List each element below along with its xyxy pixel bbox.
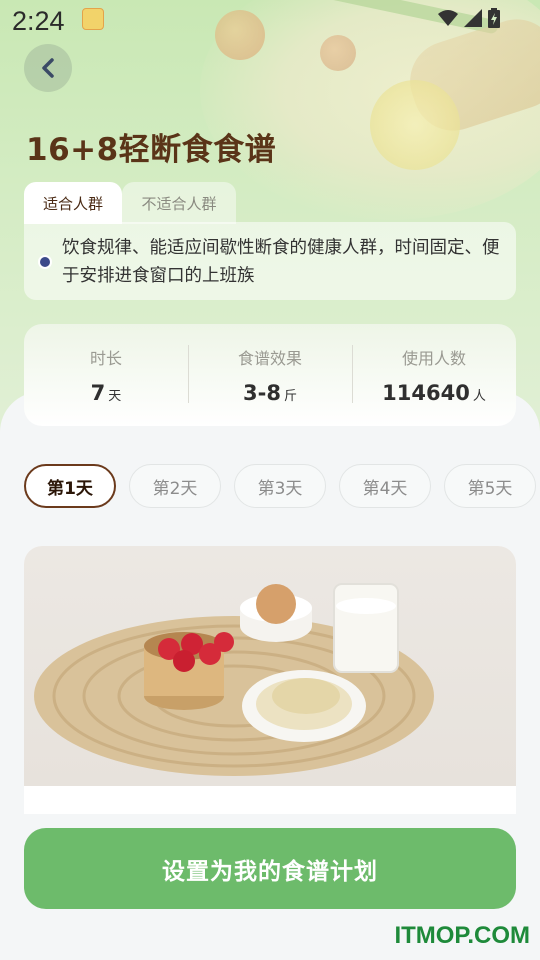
stat-label: 使用人数 bbox=[401, 349, 466, 368]
stat-number: 7 bbox=[90, 381, 106, 405]
breakfast-photo bbox=[34, 583, 434, 776]
stat-number: 114640 bbox=[382, 381, 470, 405]
stat-label: 食谱效果 bbox=[237, 349, 302, 368]
audience-description-text: 饮食规律、能适应间歇性断食的健康人群，时间固定、便于安排进食窗口的上班族 bbox=[62, 238, 500, 286]
meal-card[interactable] bbox=[24, 546, 516, 814]
stat-unit: 天 bbox=[108, 389, 122, 404]
stat-value: 114640 人 bbox=[352, 381, 516, 405]
stat-label: 时长 bbox=[89, 349, 122, 368]
stat-effect: 食谱效果 3-8 斤 bbox=[188, 345, 352, 405]
stat-duration: 时长 7天 bbox=[24, 345, 188, 405]
signal-icon bbox=[464, 9, 482, 27]
wifi-icon bbox=[438, 10, 458, 26]
stat-users: 使用人数 114640 人 bbox=[352, 345, 516, 405]
status-time: 2:24 bbox=[12, 6, 65, 36]
app-notification-icon bbox=[82, 8, 104, 30]
status-icons bbox=[438, 8, 500, 28]
back-button[interactable] bbox=[24, 44, 72, 92]
day-tab-3[interactable]: 第3天 bbox=[234, 464, 326, 508]
day-tab-4[interactable]: 第4天 bbox=[339, 464, 431, 508]
battery-icon bbox=[488, 8, 500, 28]
chevron-left-icon bbox=[42, 58, 54, 78]
stats-card: 时长 7天 食谱效果 3-8 斤 使用人数 114640 人 bbox=[24, 324, 516, 426]
day-tab-2[interactable]: 第2天 bbox=[129, 464, 221, 508]
audience-description: 饮食规律、能适应间歇性断食的健康人群，时间固定、便于安排进食窗口的上班族 bbox=[24, 222, 516, 300]
tab-unsuitable-people[interactable]: 不适合人群 bbox=[122, 182, 236, 224]
day-tab-1[interactable]: 第1天 bbox=[24, 464, 116, 508]
day-tab-5[interactable]: 第5天 bbox=[444, 464, 536, 508]
stat-unit: 斤 bbox=[283, 389, 297, 404]
day-selector: 第1天 第2天 第3天 第4天 第5天 bbox=[24, 464, 536, 508]
meal-photo bbox=[24, 546, 516, 786]
watermark: ITMOP.COM bbox=[394, 922, 530, 949]
stat-value: 7天 bbox=[24, 381, 188, 405]
lemon-decoration bbox=[370, 80, 460, 170]
set-plan-button[interactable]: 设置为我的食谱计划 bbox=[24, 828, 516, 909]
page-title: 16+8轻断食食谱 bbox=[26, 132, 277, 168]
tab-suitable-people[interactable]: 适合人群 bbox=[24, 182, 122, 224]
bullet-icon bbox=[40, 257, 50, 267]
status-bar: 2:24 bbox=[0, 0, 540, 44]
stat-unit: 人 bbox=[472, 389, 486, 404]
stat-number: 3-8 bbox=[243, 381, 281, 405]
stat-value: 3-8 斤 bbox=[188, 381, 352, 405]
